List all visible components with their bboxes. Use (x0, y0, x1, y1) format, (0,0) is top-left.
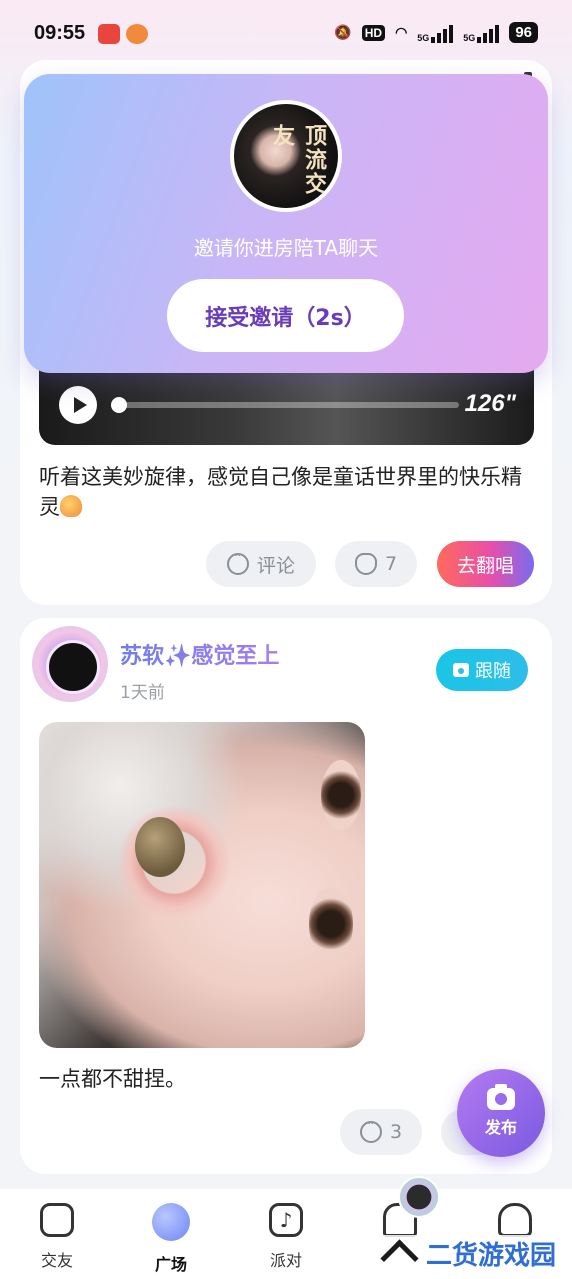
host-avatar[interactable]: 顶流交友 (230, 100, 342, 212)
play-button[interactable] (59, 386, 97, 424)
nav-item-profile[interactable] (475, 1203, 555, 1237)
signal-2: 5G (463, 23, 500, 43)
like-button[interactable]: 7 (335, 541, 417, 587)
invite-message: 邀请你进房陪TA聊天 (193, 236, 379, 260)
nav-item-square[interactable]: 广场 (131, 1203, 211, 1275)
audio-duration: 126" (464, 390, 516, 417)
comment-label: 评论 (256, 554, 295, 577)
nav-label: 广场 (154, 1255, 187, 1274)
post-text: 一点都不甜捏。 (39, 1067, 186, 1091)
nav-item-party[interactable]: ♪ 派对 (246, 1203, 326, 1271)
taobao-icon (98, 24, 120, 44)
accept-invite-button[interactable]: 接受邀请（2s） (167, 279, 404, 352)
profile-face-icon (498, 1203, 532, 1237)
watermark-logo-icon (380, 1239, 420, 1269)
nav-item-friends[interactable]: 交友 (17, 1203, 97, 1271)
home-icon (453, 663, 469, 677)
nav-label: 交友 (40, 1251, 73, 1270)
wifi-icon: ◠ (395, 24, 408, 40)
cover-song-button[interactable]: 去翻唱 (437, 541, 534, 587)
watermark-text: 二货游戏园 (426, 1241, 557, 1271)
mute-icon: 🔕 (334, 24, 352, 40)
comment-count: 3 (389, 1121, 403, 1143)
camera-icon (487, 1084, 515, 1110)
follow-label: 跟随 (475, 661, 511, 682)
username[interactable]: 苏软✨感觉至上 (120, 638, 279, 670)
comment-button[interactable]: 3 (340, 1109, 422, 1155)
comment-button[interactable]: 评论 (206, 541, 316, 587)
like-count: 7 (384, 553, 398, 575)
post-photo[interactable] (39, 722, 365, 1048)
post-time: 1天前 (120, 683, 165, 703)
audio-progress[interactable] (111, 397, 459, 413)
live-room-avatar[interactable] (398, 1176, 440, 1218)
comment-icon (226, 549, 249, 575)
status-right: 🔕 HD ◠ 5G 5G 96 (334, 22, 538, 43)
flower-icon (354, 553, 377, 575)
publish-button[interactable]: 发布 (457, 1069, 545, 1157)
signal-1: 5G (417, 23, 454, 43)
avatar-logo-text: 顶流交友 (269, 124, 327, 196)
fairy-emoji-icon (60, 495, 82, 517)
hd-badge: HD (361, 24, 386, 41)
follow-button[interactable]: 跟随 (436, 649, 528, 691)
music-note-icon: ♪ (269, 1203, 303, 1237)
nav-label: 派对 (269, 1251, 302, 1270)
comment-icon (359, 1117, 382, 1143)
invite-popup: 顶流交友 邀请你进房陪TA聊天 接受邀请（2s） (24, 74, 548, 373)
progress-knob[interactable] (111, 397, 127, 413)
avatar[interactable] (32, 626, 108, 702)
planet-icon (152, 1203, 190, 1241)
heart-chat-icon (40, 1203, 74, 1237)
status-time: 09:55 (34, 22, 86, 44)
shop-icon (126, 24, 148, 44)
battery-indicator: 96 (509, 22, 538, 43)
watermark: 二货游戏园 (380, 1235, 557, 1272)
publish-label: 发布 (484, 1118, 517, 1137)
post-text: 听着这美妙旋律，感觉自己像是童话世界里的快乐精灵 (39, 465, 522, 519)
